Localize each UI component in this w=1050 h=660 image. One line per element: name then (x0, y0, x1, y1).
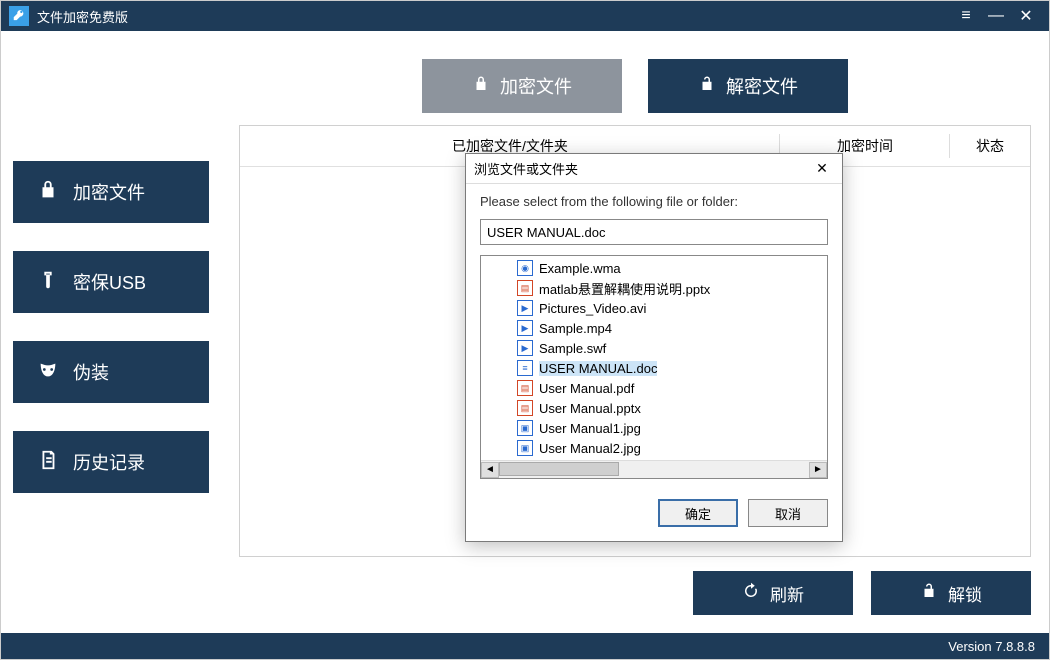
file-name: USER MANUAL.doc (539, 361, 657, 376)
file-icon: ▤ (517, 400, 533, 416)
encrypt-button[interactable]: 加密文件 (422, 59, 622, 113)
button-label: 解密文件 (726, 73, 798, 99)
sidebar-item-encrypt[interactable]: 加密文件 (13, 161, 209, 223)
file-row[interactable]: ▶ Sample.swf (517, 338, 827, 358)
button-label: 解锁 (948, 581, 982, 606)
refresh-button[interactable]: 刷新 (693, 571, 853, 615)
unlock-button[interactable]: 解锁 (871, 571, 1031, 615)
file-row[interactable]: ▤ matlab悬置解耦使用说明.pptx (517, 278, 827, 298)
menu-button[interactable]: ≡ (951, 1, 981, 31)
file-icon: ▶ (517, 340, 533, 356)
lock-icon (472, 75, 490, 98)
file-name: matlab悬置解耦使用说明.pptx (539, 279, 710, 298)
file-name: Pictures_Video.avi (539, 301, 646, 316)
file-list-container: ◉ Example.wma ▤ matlab悬置解耦使用说明.pptx ▶ Picture… (480, 255, 828, 479)
button-label: 刷新 (770, 581, 804, 606)
file-row[interactable]: ▣ User Manual2.jpg (517, 438, 827, 458)
dialog-instruction: Please select from the following file or… (480, 194, 828, 209)
file-row[interactable]: ▶ Pictures_Video.avi (517, 298, 827, 318)
dialog-close-button[interactable]: ✕ (810, 160, 834, 177)
file-row[interactable]: ▶ Sample.mp4 (517, 318, 827, 338)
horizontal-scrollbar[interactable]: ◄ ► (481, 460, 827, 478)
file-name: Example.wma (539, 261, 621, 276)
sidebar-item-usb[interactable]: 密保USB (13, 251, 209, 313)
file-row[interactable]: ◉ Example.wma (517, 258, 827, 278)
file-name: User Manual1.jpg (539, 421, 641, 436)
file-row[interactable]: ≡ USER MANUAL.doc (517, 358, 827, 378)
ok-button[interactable]: 确定 (658, 499, 738, 527)
decrypt-button[interactable]: 解密文件 (648, 59, 848, 113)
unlock-icon (698, 75, 716, 98)
close-button[interactable]: ✕ (1011, 1, 1041, 31)
sidebar-item-disguise[interactable]: 伪装 (13, 341, 209, 403)
sidebar-item-label: 密保USB (73, 269, 146, 295)
file-icon: ▶ (517, 300, 533, 316)
file-name: Sample.swf (539, 341, 606, 356)
dialog-actions: 确定 取消 (466, 491, 842, 541)
sidebar-item-label: 加密文件 (73, 179, 145, 205)
bottom-actions: 刷新 解锁 (239, 571, 1031, 615)
browse-dialog: 浏览文件或文件夹 ✕ Please select from the follow… (465, 153, 843, 542)
history-icon (37, 449, 59, 476)
file-icon: ≡ (517, 360, 533, 376)
file-icon: ◉ (517, 260, 533, 276)
sidebar-item-label: 历史记录 (73, 449, 145, 475)
lock-icon (37, 179, 59, 206)
scroll-thumb[interactable] (499, 462, 619, 476)
sidebar-item-history[interactable]: 历史记录 (13, 431, 209, 493)
app-title: 文件加密免费版 (37, 7, 951, 26)
file-name: Sample.mp4 (539, 321, 612, 336)
body: 加密文件 密保USB 伪装 历史记录 加密文件 (1, 31, 1049, 633)
file-icon: ▶ (517, 320, 533, 336)
file-icon: ▣ (517, 440, 533, 456)
sidebar: 加密文件 密保USB 伪装 历史记录 (1, 31, 221, 633)
app-window: 文件加密免费版 ≡ — ✕ 加密文件 密保USB 伪装 历史记录 (0, 0, 1050, 660)
refresh-icon (742, 582, 760, 605)
col-status: 状态 (950, 126, 1030, 166)
sidebar-item-label: 伪装 (73, 359, 109, 385)
dialog-title: 浏览文件或文件夹 (474, 159, 810, 178)
unlock-icon (920, 582, 938, 605)
selected-file-input[interactable] (480, 219, 828, 245)
version-label: Version 7.8.8.8 (948, 639, 1035, 654)
usb-icon (37, 269, 59, 296)
file-name: User Manual.pptx (539, 401, 641, 416)
statusbar: Version 7.8.8.8 (1, 633, 1049, 659)
button-label: 加密文件 (500, 73, 572, 99)
file-row[interactable]: ▤ User Manual.pdf (517, 378, 827, 398)
scroll-left-arrow[interactable]: ◄ (481, 462, 499, 478)
file-name: User Manual.pdf (539, 381, 634, 396)
scroll-right-arrow[interactable]: ► (809, 462, 827, 478)
mask-icon (37, 359, 59, 386)
app-logo-icon (9, 6, 29, 26)
dialog-body: Please select from the following file or… (466, 184, 842, 491)
file-icon: ▣ (517, 420, 533, 436)
file-row[interactable]: ▣ User Manual1.jpg (517, 418, 827, 438)
file-icon: ▤ (517, 280, 533, 296)
dialog-titlebar: 浏览文件或文件夹 ✕ (466, 154, 842, 184)
minimize-button[interactable]: — (981, 1, 1011, 31)
top-actions: 加密文件 解密文件 (239, 59, 1031, 113)
titlebar: 文件加密免费版 ≡ — ✕ (1, 1, 1049, 31)
file-row[interactable]: ▤ User Manual.pptx (517, 398, 827, 418)
scroll-track[interactable] (499, 462, 809, 478)
file-list[interactable]: ◉ Example.wma ▤ matlab悬置解耦使用说明.pptx ▶ Picture… (481, 256, 827, 460)
file-icon: ▤ (517, 380, 533, 396)
file-name: User Manual2.jpg (539, 441, 641, 456)
cancel-button[interactable]: 取消 (748, 499, 828, 527)
